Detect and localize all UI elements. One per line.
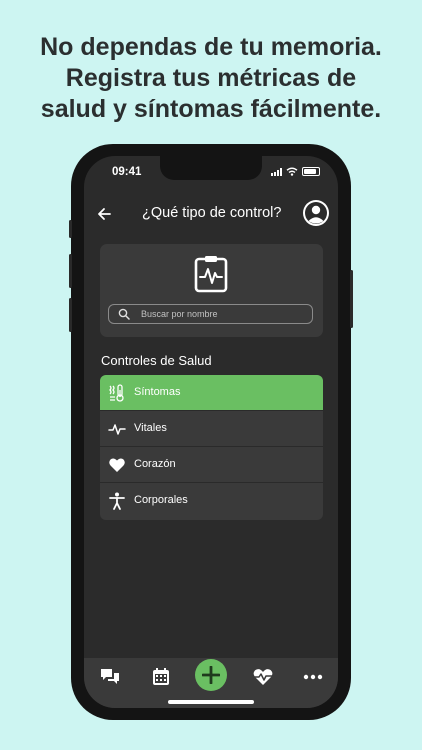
control-item-vitales[interactable]: Vitales [100, 411, 323, 447]
control-label: Síntomas [134, 386, 181, 398]
thermometer-icon [109, 384, 124, 402]
search-card: Buscar por nombre [100, 244, 323, 337]
calendar-icon[interactable] [150, 666, 172, 688]
app-bar: ¿Qué tipo de control? [84, 194, 338, 234]
control-label: Vitales [134, 422, 167, 434]
chat-icon[interactable] [99, 666, 121, 688]
back-arrow-icon[interactable] [94, 204, 114, 224]
more-icon[interactable] [302, 666, 324, 688]
notch [160, 156, 262, 180]
battery-icon [302, 167, 320, 176]
mute-switch [69, 220, 72, 238]
search-placeholder: Buscar por nombre [141, 309, 218, 319]
heart-icon [109, 458, 125, 472]
control-label: Corporales [134, 494, 188, 506]
clipboard-pulse-icon [194, 256, 228, 293]
volume-up-button [69, 254, 72, 288]
add-icon [202, 666, 220, 684]
wifi-icon [286, 167, 298, 176]
status-icons [271, 167, 320, 176]
status-time: 09:41 [112, 166, 142, 178]
control-item-sintomas[interactable]: Síntomas [100, 375, 323, 411]
phone-frame: 09:41 ¿Qué tipo de control? Buscar por n… [69, 144, 353, 720]
vitals-pulse-icon [108, 424, 126, 435]
heart-pulse-icon[interactable] [252, 666, 274, 688]
section-title: Controles de Salud [101, 353, 212, 368]
control-item-corporales[interactable]: Corporales [100, 483, 323, 520]
signal-icon [271, 167, 282, 176]
headline-line-1: No dependas de tu memoria. [40, 33, 382, 61]
power-button [350, 270, 353, 328]
marketing-headline: No dependas de tu memoria. Registra tus … [0, 32, 422, 125]
app-screen: 09:41 ¿Qué tipo de control? Buscar por n… [84, 156, 338, 708]
control-item-corazon[interactable]: Corazón [100, 447, 323, 483]
headline-line-3: salud y síntomas fácilmente. [40, 95, 382, 123]
profile-avatar-icon[interactable] [302, 199, 330, 227]
control-label: Corazón [134, 458, 176, 470]
headline-line-2: Registra tus métricas de [65, 64, 357, 92]
page-title: ¿Qué tipo de control? [142, 205, 282, 221]
add-button[interactable] [195, 659, 227, 691]
search-input[interactable]: Buscar por nombre [108, 304, 313, 324]
controls-list: Síntomas Vitales Corazón Corporales [100, 375, 323, 520]
home-indicator [168, 700, 254, 704]
search-icon [118, 308, 130, 320]
volume-down-button [69, 298, 72, 332]
body-icon [109, 492, 125, 510]
